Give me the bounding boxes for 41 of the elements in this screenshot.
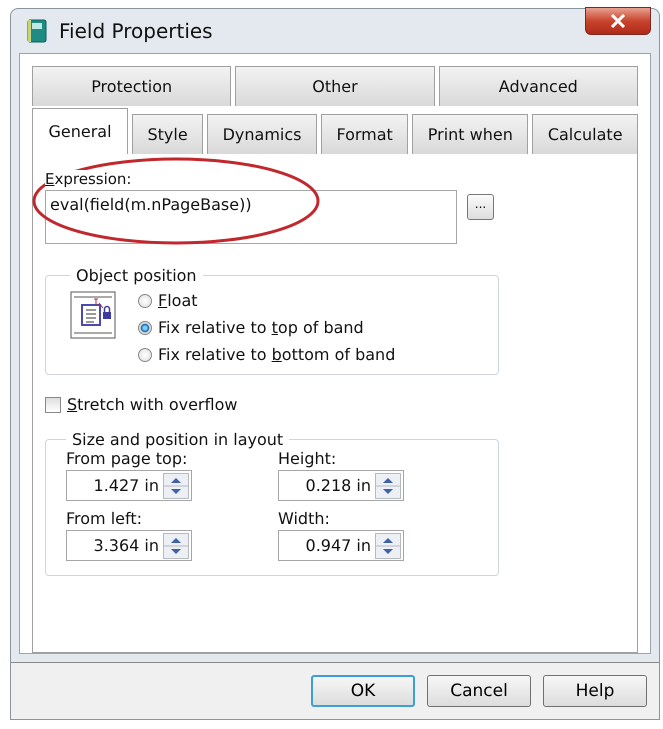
spin-field[interactable]: 0.947 in bbox=[278, 530, 404, 561]
checkbox[interactable] bbox=[45, 396, 61, 412]
book-icon bbox=[27, 19, 47, 43]
close-button[interactable] bbox=[585, 7, 651, 35]
radio-label[interactable]: Float bbox=[158, 291, 198, 310]
group-title: Size and position in layout bbox=[71, 430, 284, 449]
dialog-button[interactable]: Help bbox=[543, 675, 647, 707]
tab[interactable]: Calculate bbox=[532, 114, 638, 154]
tab[interactable]: Advanced bbox=[438, 66, 638, 106]
spinner-icon[interactable] bbox=[163, 472, 189, 498]
close-icon bbox=[610, 14, 626, 28]
browse-button[interactable]: ... bbox=[467, 194, 494, 220]
tab[interactable]: General bbox=[32, 108, 128, 154]
radio-label[interactable]: Fix relative to bottom of band bbox=[158, 345, 396, 364]
tab[interactable]: Style bbox=[132, 114, 204, 154]
position-lock-icon bbox=[70, 291, 116, 339]
spin-field[interactable]: 0.218 in bbox=[278, 470, 404, 501]
tab[interactable]: Format bbox=[320, 114, 408, 154]
window-title: Field Properties bbox=[59, 19, 213, 43]
checkbox-label[interactable]: Stretch with overflow bbox=[67, 395, 238, 414]
spinner-icon[interactable] bbox=[375, 472, 401, 498]
spinner-icon[interactable] bbox=[375, 532, 401, 558]
spin-field[interactable]: 1.427 in bbox=[66, 470, 192, 501]
spinner-icon[interactable] bbox=[163, 532, 189, 558]
group-title: Object position bbox=[75, 266, 198, 285]
field-label: From left: bbox=[66, 509, 144, 528]
expression-field[interactable]: eval(field(m.nPageBase)) bbox=[45, 190, 457, 244]
tab[interactable]: Other bbox=[235, 66, 435, 106]
tab[interactable]: Protection bbox=[32, 66, 232, 106]
radio-button[interactable] bbox=[138, 320, 152, 334]
spin-field[interactable]: 3.364 in bbox=[66, 530, 192, 561]
field-label: Width: bbox=[278, 509, 331, 528]
dialog-button[interactable]: OK bbox=[311, 675, 415, 707]
tab[interactable]: Dynamics bbox=[207, 114, 317, 154]
radio-label[interactable]: Fix relative to top of band bbox=[158, 318, 364, 337]
field-label: Height: bbox=[278, 449, 338, 468]
tab[interactable]: Print when bbox=[412, 114, 528, 154]
radio-button[interactable] bbox=[138, 348, 152, 362]
dialog-button[interactable]: Cancel bbox=[427, 675, 531, 707]
radio-button[interactable] bbox=[138, 294, 152, 308]
field-label: From page top: bbox=[66, 449, 188, 468]
